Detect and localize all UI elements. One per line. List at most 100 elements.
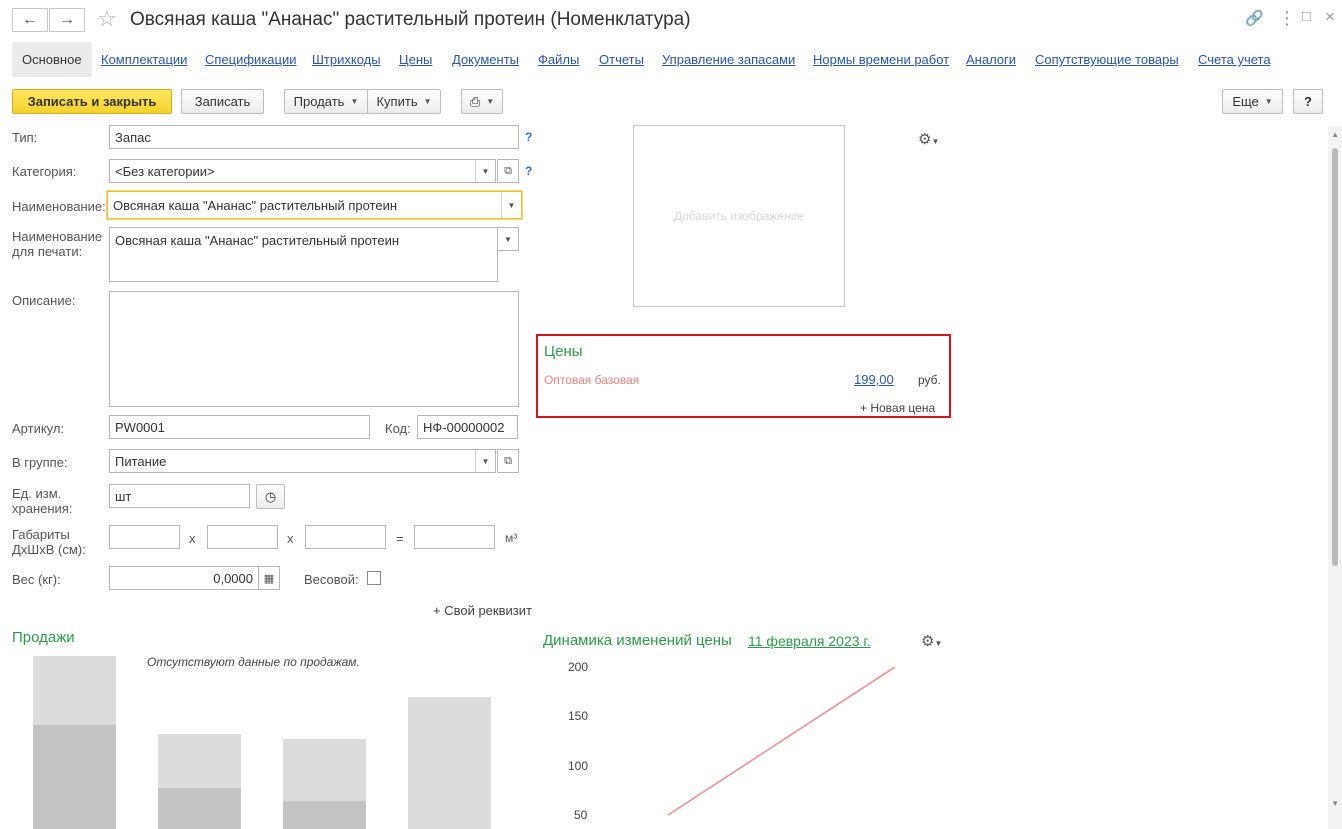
window-title: Овсяная каша "Ананас" растительный проте… bbox=[130, 9, 691, 30]
tab-shtrihkody[interactable]: Штрихкоды bbox=[312, 52, 381, 67]
help-type-icon[interactable]: ? bbox=[525, 130, 532, 144]
tab-normy-vremeni[interactable]: Нормы времени работ bbox=[813, 52, 949, 67]
price-currency: руб. bbox=[918, 373, 941, 387]
new-price-link[interactable]: + Новая цена bbox=[860, 401, 935, 415]
tab-osnovnoe[interactable]: Основное bbox=[12, 42, 92, 77]
description-field[interactable] bbox=[109, 291, 519, 407]
help-button[interactable]: ? bbox=[1293, 89, 1323, 114]
open-group-button[interactable]: ⧉ bbox=[497, 449, 519, 473]
type-field[interactable]: Запас bbox=[109, 125, 519, 149]
image-area[interactable]: Добавить изображение bbox=[633, 125, 845, 307]
category-value: <Без категории> bbox=[115, 163, 215, 179]
chevron-down-icon: ▼ bbox=[423, 97, 432, 106]
unit-history-button[interactable]: ◷ bbox=[256, 484, 285, 509]
prices-title: Цены bbox=[544, 343, 583, 360]
open-icon: ⧉ bbox=[504, 454, 512, 467]
sales-bar-placeholder bbox=[408, 697, 491, 829]
tab-analogi[interactable]: Аналоги bbox=[966, 52, 1016, 67]
tab-dokumenty[interactable]: Документы bbox=[452, 52, 519, 67]
tab-komplektacii[interactable]: Комплектации bbox=[101, 52, 187, 67]
dims-label-1: Габариты bbox=[12, 527, 70, 542]
image-settings-button[interactable]: ⚙▼ bbox=[918, 130, 939, 148]
length-field[interactable] bbox=[109, 525, 180, 549]
group-label: В группе: bbox=[12, 455, 68, 470]
chevron-down-icon: ▼ bbox=[486, 97, 495, 106]
print-name-dropdown[interactable]: ▼ bbox=[497, 227, 519, 251]
buy-label: Купить bbox=[376, 94, 418, 109]
open-category-button[interactable]: ⧉ bbox=[497, 159, 519, 183]
group-field[interactable]: Питание ▼ bbox=[109, 449, 496, 473]
dynamics-date-link[interactable]: 11 февраля 2023 г. bbox=[748, 633, 871, 649]
name-field[interactable]: Овсяная каша "Ананас" растительный проте… bbox=[107, 191, 522, 219]
help-category-icon[interactable]: ? bbox=[525, 164, 532, 178]
gear-icon: ⚙ bbox=[921, 633, 935, 650]
star-icon[interactable]: ☆ bbox=[97, 6, 117, 32]
tab-faily[interactable]: Файлы bbox=[538, 52, 579, 67]
description-label: Описание: bbox=[12, 293, 76, 308]
more-label: Еще bbox=[1232, 94, 1259, 109]
article-field[interactable]: PW0001 bbox=[109, 415, 370, 439]
no-sales-text: Отсутствуют данные по продажам. bbox=[147, 655, 360, 669]
weighted-checkbox[interactable] bbox=[367, 571, 381, 585]
save-and-close-button[interactable]: Записать и закрыть bbox=[12, 89, 172, 114]
volume-field[interactable] bbox=[414, 525, 495, 549]
history-icon: ◷ bbox=[264, 488, 277, 504]
unit-field[interactable]: шт bbox=[109, 484, 250, 508]
calculator-button[interactable]: ▦ bbox=[258, 566, 280, 590]
unit-label-2: хранения: bbox=[12, 501, 73, 516]
dynamics-title: Динамика изменений цены bbox=[543, 632, 732, 649]
maximize-icon[interactable]: □ bbox=[1302, 8, 1311, 25]
tab-soputstvuyushchie[interactable]: Сопутствующие товары bbox=[1035, 52, 1179, 67]
scrollbar-thumb[interactable] bbox=[1332, 148, 1338, 566]
sell-label: Продать bbox=[293, 94, 345, 109]
chevron-down-icon[interactable]: ▼ bbox=[475, 450, 495, 472]
dims-label-2: ДхШхВ (см): bbox=[12, 542, 86, 557]
article-label: Артикул: bbox=[12, 421, 65, 436]
save-button[interactable]: Записать bbox=[181, 89, 264, 114]
back-button[interactable]: ← bbox=[12, 8, 48, 32]
scroll-up-icon[interactable]: ▲ bbox=[1331, 130, 1339, 139]
code-field[interactable]: НФ-00000002 bbox=[417, 415, 518, 439]
sell-button[interactable]: Продать ▼ bbox=[284, 89, 368, 114]
unit-label-1: Ед. изм. bbox=[12, 486, 62, 501]
tab-upravlenie-zapasami[interactable]: Управление запасами bbox=[662, 52, 795, 67]
category-label: Категория: bbox=[12, 164, 77, 179]
forward-button[interactable]: → bbox=[49, 8, 85, 32]
tab-specifikacii[interactable]: Спецификации bbox=[205, 52, 297, 67]
height-field[interactable] bbox=[305, 525, 386, 549]
chevron-down-icon[interactable]: ▼ bbox=[475, 160, 495, 182]
tab-ceny[interactable]: Цены bbox=[399, 52, 432, 67]
chart-settings-button[interactable]: ⚙▼ bbox=[921, 632, 942, 650]
weight-field[interactable]: 0,0000 bbox=[109, 566, 259, 590]
tab-otchety[interactable]: Отчеты bbox=[599, 52, 644, 67]
print-name-label-1: Наименование bbox=[12, 229, 103, 244]
sales-bar-placeholder bbox=[158, 734, 241, 788]
category-field[interactable]: <Без категории> ▼ bbox=[109, 159, 496, 183]
more-button[interactable]: Еще ▼ bbox=[1222, 89, 1283, 114]
arrow-right-icon: → bbox=[59, 11, 75, 28]
width-field[interactable] bbox=[207, 525, 278, 549]
price-chart bbox=[667, 666, 896, 816]
close-icon[interactable]: × bbox=[1325, 7, 1335, 27]
print-button[interactable]: ⎙ ▼ bbox=[461, 89, 503, 114]
times-sign-1: x bbox=[189, 531, 196, 546]
add-image-text: Добавить изображение bbox=[673, 209, 805, 223]
print-name-field[interactable]: Овсяная каша "Ананас" растительный проте… bbox=[109, 227, 498, 282]
chevron-down-icon: ▼ bbox=[504, 234, 512, 244]
name-value: Овсяная каша "Ананас" растительный проте… bbox=[113, 197, 398, 213]
price-value-link[interactable]: 199,00 bbox=[854, 372, 894, 387]
cubic-meter-unit: м³ bbox=[505, 531, 518, 545]
tab-scheta-ucheta[interactable]: Счета учета bbox=[1198, 52, 1271, 67]
gear-icon: ⚙ bbox=[918, 131, 932, 148]
name-label: Наименование: bbox=[12, 199, 106, 214]
price-type-label: Оптовая базовая bbox=[544, 373, 640, 387]
sales-bar-placeholder bbox=[33, 656, 116, 725]
chevron-down-icon[interactable]: ▼ bbox=[501, 192, 521, 218]
scroll-down-icon[interactable]: ▼ bbox=[1331, 799, 1339, 808]
more-vertical-icon[interactable]: ⋮ bbox=[1278, 8, 1296, 29]
chevron-down-icon: ▼ bbox=[934, 639, 943, 648]
weight-label: Вес (кг): bbox=[12, 572, 61, 587]
link-icon[interactable]: 🔗 bbox=[1245, 9, 1264, 27]
custom-attribute-link[interactable]: + Свой реквизит bbox=[433, 603, 532, 618]
buy-button[interactable]: Купить ▼ bbox=[367, 89, 441, 114]
